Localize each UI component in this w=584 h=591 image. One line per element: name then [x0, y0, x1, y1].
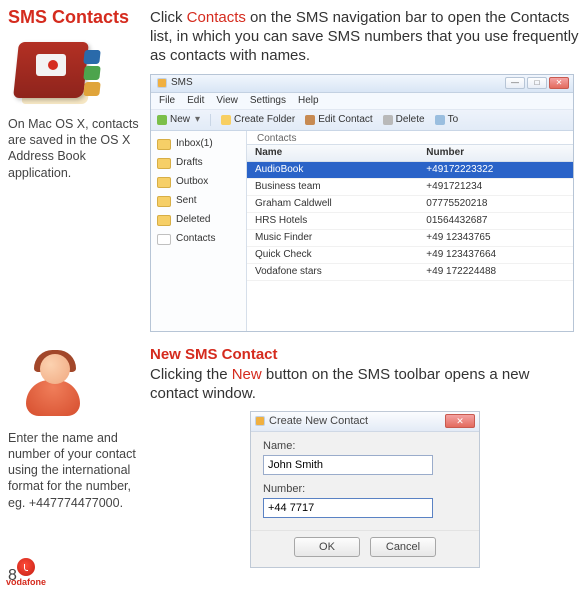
folder-icon [157, 196, 171, 207]
folder-sent[interactable]: Sent [151, 192, 246, 211]
contacts-row[interactable]: Music Finder+49 12343765 [247, 230, 573, 247]
toolbar-delete[interactable]: Delete [383, 115, 425, 125]
sidebar-note-osx: On Mac OS X, contacts are saved in the O… [8, 116, 140, 181]
sidebar-note-intl-format: Enter the name and number of your contac… [8, 430, 140, 511]
menu-bar: File Edit View Settings Help [151, 93, 573, 110]
create-contact-dialog: Create New Contact ✕ Name: Number: OK Ca… [250, 411, 480, 568]
window-close-button[interactable]: ✕ [549, 77, 569, 89]
contacts-row[interactable]: HRS Hotels01564432687 [247, 213, 573, 230]
delete-icon [383, 115, 393, 125]
folder-sidebar: Inbox(1) Drafts Outbox Sent Deleted Cont… [151, 131, 247, 331]
column-header-name[interactable]: Name [247, 148, 426, 158]
folder-drafts[interactable]: Drafts [151, 154, 246, 173]
contacts-panel: Contacts Name Number AudioBook+491722233… [247, 131, 573, 331]
toolbar-create-folder[interactable]: Create Folder [221, 115, 295, 125]
cancel-button[interactable]: Cancel [370, 537, 436, 557]
text: Clicking the [150, 366, 232, 383]
window-minimize-button[interactable]: — [505, 77, 525, 89]
number-label: Number: [263, 483, 467, 495]
section1-body: Click Contacts on the SMS navigation bar… [150, 8, 580, 66]
folder-deleted[interactable]: Deleted [151, 211, 246, 230]
window-title: SMS [171, 78, 193, 88]
number-input[interactable] [263, 498, 433, 518]
column-header-number[interactable]: Number [426, 148, 573, 158]
section-title-new-sms-contact: New SMS Contact [150, 346, 580, 363]
plus-icon [157, 115, 167, 125]
dialog-close-button[interactable]: ✕ [445, 414, 475, 428]
toolbar-to[interactable]: To [435, 115, 459, 125]
toolbar: New▾ Create Folder Edit Contact Delete T… [151, 110, 573, 131]
folder-outbox[interactable]: Outbox [151, 173, 246, 192]
ok-button[interactable]: OK [294, 537, 360, 557]
section2-body: Clicking the New button on the SMS toolb… [150, 365, 580, 403]
menu-help[interactable]: Help [298, 96, 319, 106]
menu-settings[interactable]: Settings [250, 96, 286, 106]
edit-icon [305, 115, 315, 125]
dialog-titlebar: Create New Contact ✕ [251, 412, 479, 432]
name-label: Name: [263, 440, 467, 452]
window-maximize-button[interactable]: □ [527, 77, 547, 89]
page-number: 8 [8, 567, 17, 585]
menu-view[interactable]: View [216, 96, 238, 106]
contacts-grid-header: Name Number [247, 144, 573, 162]
inline-red-new: New [232, 366, 262, 383]
contacts-tab-label: Contacts [247, 131, 573, 144]
folder-inbox[interactable]: Inbox(1) [151, 135, 246, 154]
folder-icon [157, 158, 171, 169]
inline-red-contacts: Contacts [187, 9, 246, 26]
contacts-row[interactable]: Graham Caldwell07775520218 [247, 196, 573, 213]
folder-icon [157, 139, 171, 150]
folder-icon [157, 215, 171, 226]
menu-edit[interactable]: Edit [187, 96, 204, 106]
avatar-icon [18, 350, 88, 420]
text: Click [150, 9, 187, 26]
window-titlebar: SMS — □ ✕ [151, 75, 573, 93]
name-input[interactable] [263, 455, 433, 475]
vodafone-logo-icon [17, 558, 35, 576]
contacts-row[interactable]: Business team+491721234 [247, 179, 573, 196]
sms-window: SMS — □ ✕ File Edit View Settings Help N… [150, 74, 574, 332]
contact-card-icon [157, 234, 171, 245]
folder-contacts[interactable]: Contacts [151, 230, 246, 249]
dialog-title: Create New Contact [269, 415, 368, 427]
contacts-row[interactable]: Vodafone stars+49 172224488 [247, 264, 573, 281]
folder-icon [157, 177, 171, 188]
address-book-icon [8, 34, 98, 106]
to-icon [435, 115, 445, 125]
contacts-row[interactable]: Quick Check+49 123437664 [247, 247, 573, 264]
folder-icon [221, 115, 231, 125]
section-title-sms-contacts: SMS Contacts [8, 8, 140, 28]
toolbar-edit-contact[interactable]: Edit Contact [305, 115, 372, 125]
dialog-icon [255, 416, 265, 426]
app-icon [157, 78, 167, 88]
toolbar-new[interactable]: New▾ [157, 115, 200, 125]
contacts-row[interactable]: AudioBook+49172223322 [247, 162, 573, 179]
menu-file[interactable]: File [159, 96, 175, 106]
